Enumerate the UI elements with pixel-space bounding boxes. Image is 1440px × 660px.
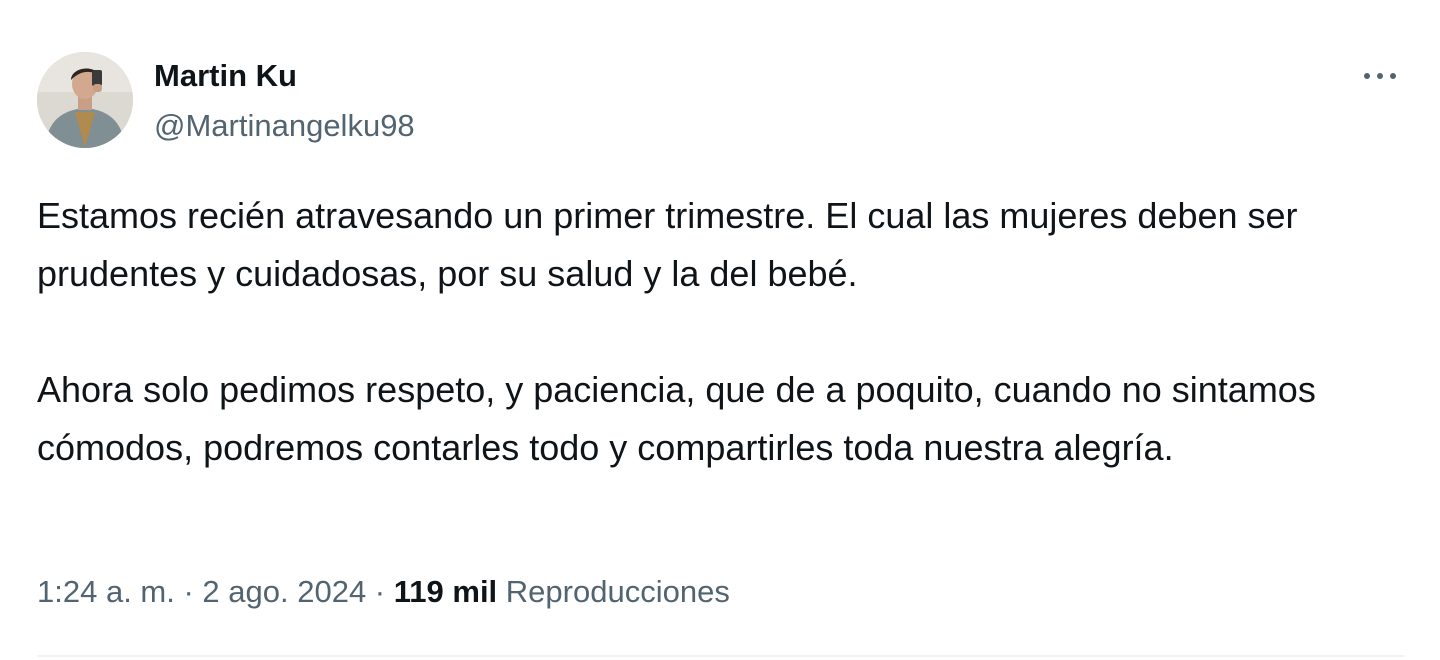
meta-separator: · (174, 574, 203, 609)
divider (37, 655, 1404, 657)
tweet-time[interactable]: 1:24 a. m. (37, 574, 175, 609)
views-label: Reproducciones (505, 574, 730, 609)
more-options-button[interactable] (1356, 60, 1404, 92)
author-handle[interactable]: @Martinangelku98 (154, 108, 415, 144)
more-horizontal-icon (1364, 73, 1396, 79)
tweet-paragraph: Estamos recién atravesando un primer tri… (37, 195, 1298, 294)
tweet-paragraph: Ahora solo pedimos respeto, y paciencia,… (37, 369, 1316, 468)
avatar[interactable] (37, 52, 133, 148)
author-name[interactable]: Martin Ku (154, 58, 297, 94)
tweet-meta: 1:24 a. m. · 2 ago. 2024 · 119 mil Repro… (37, 574, 730, 610)
tweet-date[interactable]: 2 ago. 2024 (202, 574, 366, 609)
views-count: 119 mil (393, 574, 498, 609)
tweet-card: Martin Ku @Martinangelku98 Estamos recié… (0, 0, 1440, 660)
avatar-image (37, 52, 133, 148)
tweet-text: Estamos recién atravesando un primer tri… (37, 187, 1407, 477)
meta-separator: · (366, 574, 394, 609)
